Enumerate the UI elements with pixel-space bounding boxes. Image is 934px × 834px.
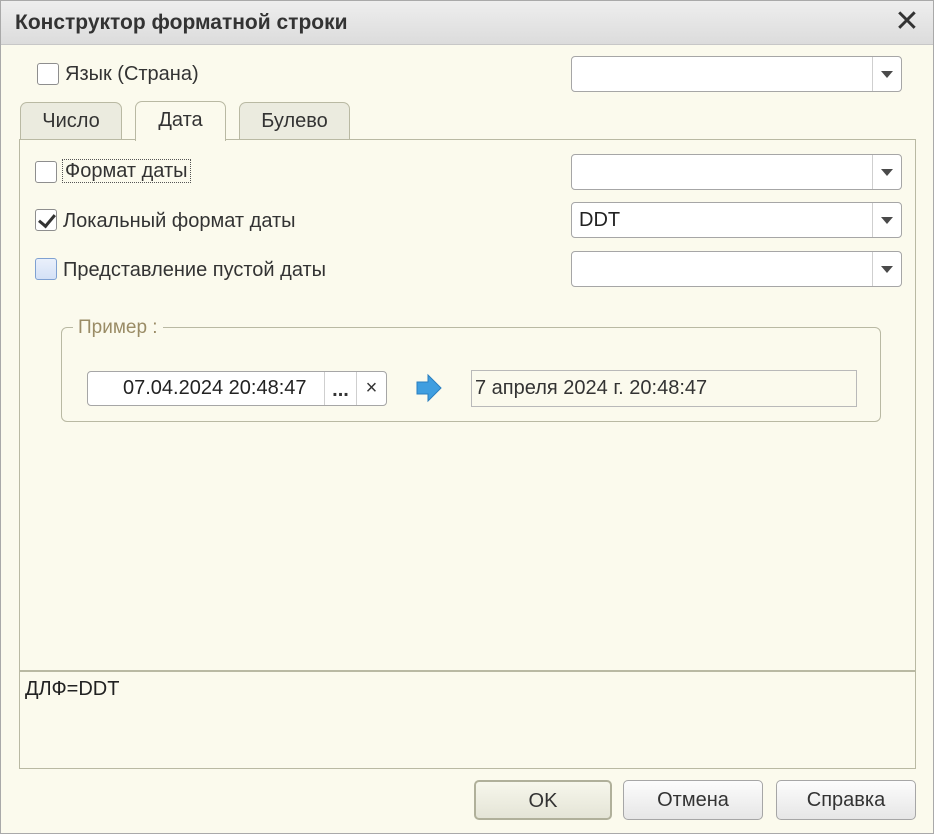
example-result-field: 7 апреля 2024 г. 20:48:47	[471, 370, 857, 407]
tab-date[interactable]: Дата	[135, 101, 226, 141]
choice-button[interactable]: ...	[324, 372, 356, 405]
format-string-value: ДЛФ=DDT	[25, 678, 120, 700]
empty-date-label: Представление пустой даты	[63, 259, 327, 281]
help-button[interactable]: Справка	[776, 780, 916, 820]
language-label: Язык (Страна)	[65, 63, 199, 85]
close-icon[interactable]: ✕	[891, 5, 923, 39]
format-string-field[interactable]: ДЛФ=DDT	[19, 671, 916, 769]
ok-button[interactable]: OK	[474, 780, 612, 820]
local-date-format-label: Локальный формат даты	[63, 210, 296, 232]
example-group-title: Пример :	[73, 317, 163, 339]
local-date-format-value: DDT	[579, 209, 621, 231]
local-date-format-checkbox[interactable]	[35, 209, 57, 231]
format-string-dialog: Конструктор форматной строки ✕ Язык (Стр…	[0, 0, 934, 834]
example-date-input[interactable]: 07.04.2024 20:48:47 ... ×	[87, 371, 387, 406]
chevron-down-icon[interactable]	[872, 155, 901, 189]
title-bar[interactable]: Конструктор форматной строки ✕	[1, 1, 933, 45]
date-format-label-wrap: Формат даты	[62, 159, 191, 183]
arrow-right-icon	[416, 373, 442, 403]
tab-number[interactable]: Число	[20, 102, 122, 140]
clear-icon[interactable]: ×	[356, 372, 386, 405]
local-date-format-dropdown[interactable]: DDT	[571, 202, 902, 238]
language-checkbox[interactable]	[37, 63, 59, 85]
date-format-dropdown[interactable]	[571, 154, 902, 190]
chevron-down-icon[interactable]	[872, 57, 901, 91]
tab-boolean[interactable]: Булево	[239, 102, 350, 140]
empty-date-dropdown[interactable]	[571, 251, 902, 287]
dialog-title: Конструктор форматной строки	[15, 11, 348, 34]
chevron-down-icon[interactable]	[872, 203, 901, 237]
chevron-down-icon[interactable]	[872, 252, 901, 286]
cancel-button[interactable]: Отмена	[623, 780, 763, 820]
example-date-value: 07.04.2024 20:48:47	[123, 377, 307, 399]
example-result-value: 7 апреля 2024 г. 20:48:47	[475, 377, 708, 399]
date-format-label: Формат даты	[62, 159, 191, 183]
date-format-checkbox[interactable]	[35, 161, 57, 183]
empty-date-checkbox[interactable]	[35, 258, 57, 280]
language-dropdown[interactable]	[571, 56, 902, 92]
